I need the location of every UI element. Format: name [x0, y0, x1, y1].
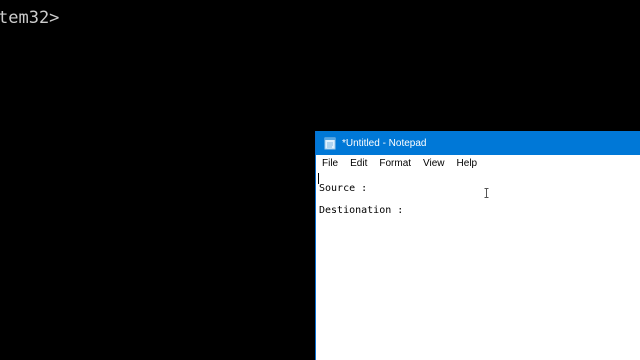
menu-format[interactable]: Format — [373, 155, 417, 172]
editor-line-destination: Destionation : — [319, 205, 404, 216]
notepad-icon — [324, 137, 336, 150]
editor-line-source: Source : — [319, 183, 368, 194]
menu-edit[interactable]: Edit — [344, 155, 373, 172]
notepad-title-bar[interactable]: *Untitled - Notepad — [316, 131, 640, 155]
menu-view[interactable]: View — [417, 155, 451, 172]
text-cursor-icon — [484, 185, 489, 198]
text-editor-area[interactable]: Source : Destionation : — [316, 172, 640, 360]
menu-file[interactable]: File — [316, 155, 344, 172]
menu-bar: File Edit Format View Help — [316, 155, 640, 172]
window-title: *Untitled - Notepad — [342, 137, 427, 149]
menu-help[interactable]: Help — [451, 155, 484, 172]
notepad-window[interactable]: *Untitled - Notepad File Edit Format Vie… — [315, 131, 640, 360]
console-prompt: tem32> — [0, 8, 60, 28]
